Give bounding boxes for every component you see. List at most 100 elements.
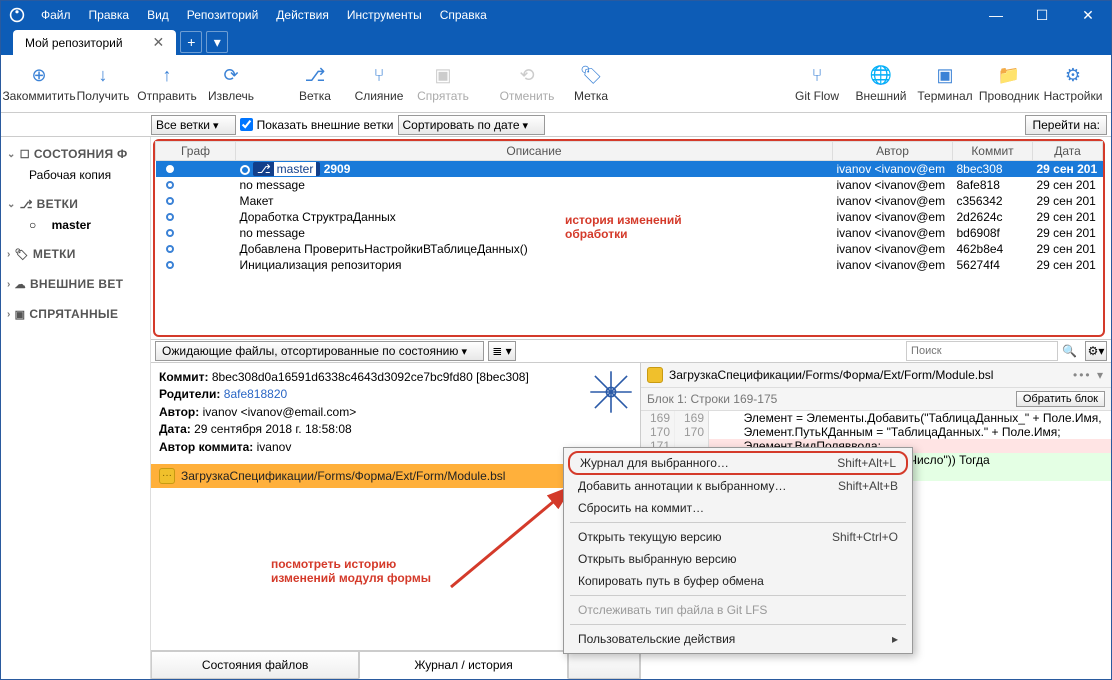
discard-button[interactable]: ⟲Отменить <box>495 57 559 111</box>
ctx-open-current[interactable]: Открыть текущую версиюShift+Ctrl+O <box>564 526 912 548</box>
menu-help[interactable]: Справка <box>432 4 495 26</box>
sidebar-group-filestatus[interactable]: ⌄☐ СОСТОЯНИЯ Ф <box>1 143 150 165</box>
commit-row[interactable]: Добавлена ПроверитьНастройкиВТаблицеДанн… <box>156 241 1103 257</box>
app-window: Файл Правка Вид Репозиторий Действия Инс… <box>0 0 1112 680</box>
commit-row[interactable]: Инициализация репозиторияivanov <ivanov@… <box>156 257 1103 273</box>
ctx-open-selected[interactable]: Открыть выбранную версию <box>564 548 912 570</box>
ctx-annotate[interactable]: Добавить аннотации к выбранному…Shift+Al… <box>564 475 912 497</box>
commit-row[interactable]: ⎇ master 2909ivanov <ivanov@em8bec30829 … <box>156 161 1103 178</box>
menu-edit[interactable]: Правка <box>81 4 138 26</box>
merge-icon: ⑂ <box>368 65 390 87</box>
ctx-reset[interactable]: Сбросить на коммит… <box>564 497 912 519</box>
stash-icon: ▣ <box>432 65 454 87</box>
sidebar-group-tags[interactable]: ›🏷 МЕТКИ <box>1 243 150 265</box>
ctx-custom-actions[interactable]: Пользовательские действия▸ <box>564 628 912 650</box>
context-menu: Журнал для выбранного…Shift+Alt+L Добави… <box>563 447 913 654</box>
commit-row[interactable]: Макетivanov <ivanov@emc35634229 сен 201 <box>156 193 1103 209</box>
commit-history: Граф Описание Автор Коммит Дата ⎇ master… <box>153 139 1105 337</box>
terminal-button[interactable]: ▣Терминал <box>913 57 977 111</box>
pending-sort-dropdown[interactable]: Ожидающие файлы, отсортированные по сост… <box>155 341 484 361</box>
repo-tab[interactable]: Мой репозиторий ✕ <box>13 30 176 55</box>
tab-dropdown-button[interactable]: ▾ <box>206 31 228 53</box>
sidebar-item-master[interactable]: ○ master <box>1 215 150 235</box>
revert-block-button[interactable]: Обратить блок <box>1016 391 1105 407</box>
tab-search[interactable] <box>568 651 640 679</box>
gitflow-icon: ⑂ <box>806 65 828 87</box>
merge-button[interactable]: ⑂Слияние <box>347 57 411 111</box>
remote-icon: 🌐 <box>870 65 892 87</box>
sidebar-group-branches[interactable]: ⌄⎇ ВЕТКИ <box>1 193 150 215</box>
menu-tools[interactable]: Инструменты <box>339 4 430 26</box>
commit-row[interactable]: no messageivanov <ivanov@em8afe81829 сен… <box>156 177 1103 193</box>
minimize-button[interactable]: — <box>973 1 1019 29</box>
sidebar-item-workingcopy[interactable]: Рабочая копия <box>1 165 150 185</box>
tag-button[interactable]: 🏷Метка <box>559 57 623 111</box>
goto-button[interactable]: Перейти на: <box>1025 115 1107 135</box>
sort-dropdown[interactable]: Сортировать по дате ▾ <box>398 115 546 135</box>
diff-file-header: ЗагрузкаСпецификации/Forms/Форма/Ext/For… <box>641 363 1111 388</box>
col-date[interactable]: Дата <box>1033 142 1103 161</box>
discard-icon: ⟲ <box>516 65 538 87</box>
sidebar-group-remotes[interactable]: ›☁ ВНЕШНИЕ ВЕТ <box>1 273 150 295</box>
close-button[interactable]: ✕ <box>1065 1 1111 29</box>
tab-filestatus[interactable]: Состояния файлов <box>151 651 359 679</box>
app-logo-icon <box>7 5 27 25</box>
ctx-copy-path[interactable]: Копировать путь в буфер обмена <box>564 570 912 592</box>
avatar-icon <box>588 369 634 415</box>
ctx-lfs: Отслеживать тип файла в Git LFS <box>564 599 912 621</box>
sidebar: ⌄☐ СОСТОЯНИЯ Ф Рабочая копия ⌄⎇ ВЕТКИ ○ … <box>1 137 151 679</box>
commit-row[interactable]: Доработка СтруктраДанныхivanov <ivanov@e… <box>156 209 1103 225</box>
filter-bar: Все ветки ▾ Показать внешние ветки Сорти… <box>1 113 1111 137</box>
ctx-log-selected[interactable]: Журнал для выбранного…Shift+Alt+L <box>568 451 908 475</box>
push-button[interactable]: ↑Отправить <box>135 57 199 111</box>
pull-button[interactable]: ↓Получить <box>71 57 135 111</box>
view-mode-button[interactable]: ≣ ▾ <box>488 341 516 361</box>
main-menu: Файл Правка Вид Репозиторий Действия Инс… <box>33 4 495 26</box>
file-path: ЗагрузкаСпецификации/Forms/Форма/Ext/For… <box>181 469 505 483</box>
new-tab-button[interactable]: + <box>180 31 202 53</box>
maximize-button[interactable]: ☐ <box>1019 1 1065 29</box>
branch-filter-dropdown[interactable]: Все ветки ▾ <box>151 115 236 135</box>
parent-link[interactable]: 8afe818820 <box>224 387 287 401</box>
history-table[interactable]: Граф Описание Автор Коммит Дата ⎇ master… <box>155 141 1103 273</box>
toolbar: ⊕Закоммитить ↓Получить ↑Отправить ⟳Извле… <box>1 55 1111 113</box>
branch-button[interactable]: ⎇Ветка <box>283 57 347 111</box>
commit-button[interactable]: ⊕Закоммитить <box>7 57 71 111</box>
menu-repo[interactable]: Репозиторий <box>179 4 267 26</box>
menu-view[interactable]: Вид <box>139 4 177 26</box>
settings-button[interactable]: ⚙Настройки <box>1041 57 1105 111</box>
pull-icon: ↓ <box>92 65 114 87</box>
options-gear-button[interactable]: ⚙▾ <box>1085 341 1107 361</box>
diff-options-button[interactable]: ••• ▾ <box>1073 368 1105 382</box>
col-desc[interactable]: Описание <box>236 142 833 161</box>
branch-icon: ⎇ <box>304 65 326 87</box>
show-remote-checkbox[interactable]: Показать внешние ветки <box>240 118 394 132</box>
diff-block-header: Блок 1: Строки 169-175 Обратить блок <box>641 388 1111 411</box>
titlebar: Файл Правка Вид Репозиторий Действия Инс… <box>1 1 1111 29</box>
file-status-icon: ··· <box>159 468 175 484</box>
tab-log[interactable]: Журнал / история <box>359 651 567 679</box>
bottom-tabs: Состояния файлов Журнал / история <box>151 650 640 679</box>
close-icon[interactable]: ✕ <box>153 34 165 51</box>
push-icon: ↑ <box>156 65 178 87</box>
tag-icon: 🏷 <box>580 65 602 87</box>
menu-actions[interactable]: Действия <box>268 4 337 26</box>
sidebar-group-stashes[interactable]: ›▣ СПРЯТАННЫЕ <box>1 303 150 325</box>
stash-button[interactable]: ▣Спрятать <box>411 57 475 111</box>
search-icon[interactable]: 🔍 <box>1062 344 1077 358</box>
commit-icon: ⊕ <box>28 65 50 87</box>
col-author[interactable]: Автор <box>833 142 953 161</box>
menu-file[interactable]: Файл <box>33 4 79 26</box>
explorer-button[interactable]: 📁Проводник <box>977 57 1041 111</box>
file-status-icon <box>647 367 663 383</box>
col-commit[interactable]: Коммит <box>953 142 1033 161</box>
remote-button[interactable]: 🌐Внешний <box>849 57 913 111</box>
search-input[interactable] <box>906 341 1058 361</box>
col-graph[interactable]: Граф <box>156 142 236 161</box>
fetch-button[interactable]: ⟳Извлечь <box>199 57 263 111</box>
repo-tab-title: Мой репозиторий <box>25 36 123 50</box>
fetch-icon: ⟳ <box>220 65 242 87</box>
repo-tabbar: Мой репозиторий ✕ + ▾ <box>1 29 1111 55</box>
commit-row[interactable]: no messageivanov <ivanov@embd6908f29 сен… <box>156 225 1103 241</box>
gitflow-button[interactable]: ⑂Git Flow <box>785 57 849 111</box>
